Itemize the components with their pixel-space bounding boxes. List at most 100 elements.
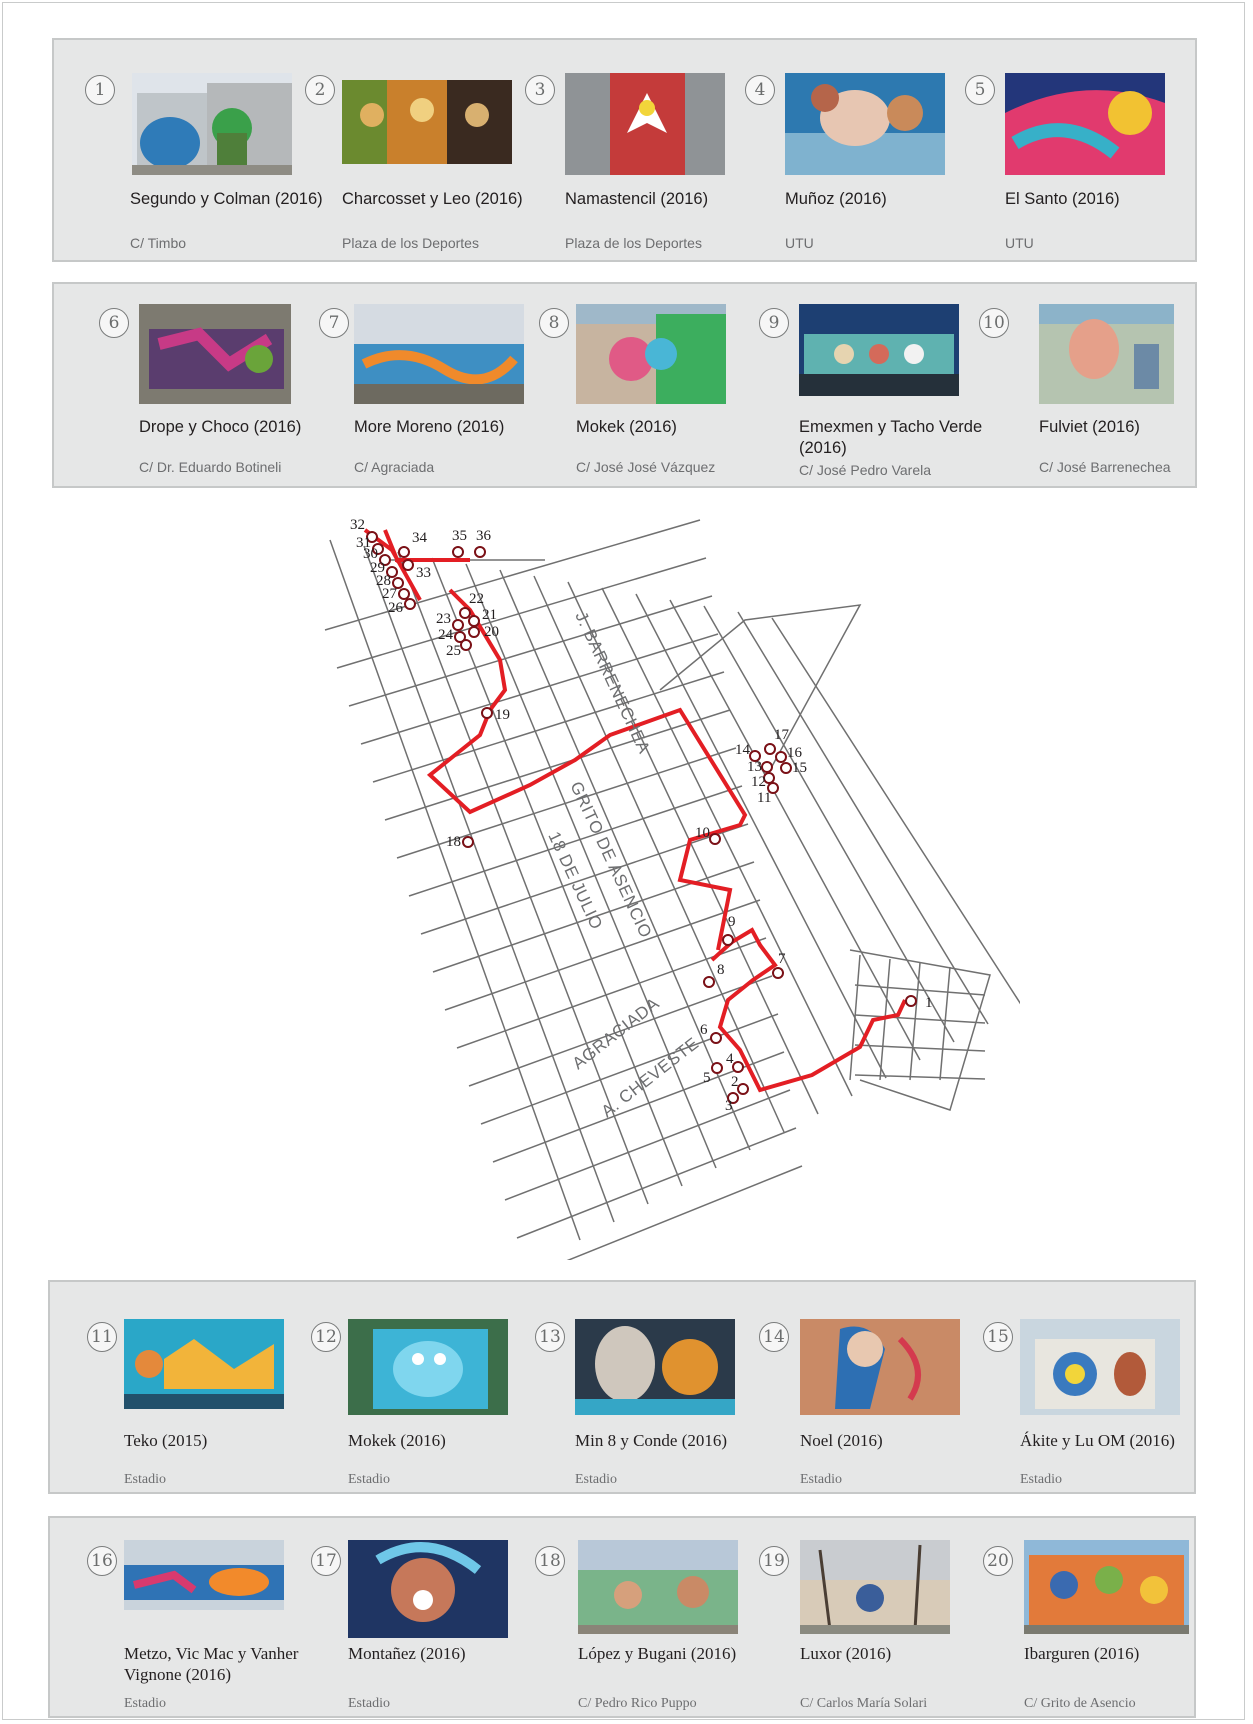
mural-card-11[interactable]: 11 Teko (2015) Estadio xyxy=(72,1282,297,1492)
mural-location: C/ Grito de Asencio xyxy=(1024,1696,1136,1711)
mural-marker-label: 35 xyxy=(452,528,467,544)
mural-marker-label: 20 xyxy=(484,624,499,640)
mural-card-13[interactable]: 13 Min 8 y Conde (2016) Estadio xyxy=(520,1282,745,1492)
mural-panel-2: 6 Drope y Choco (2016) C/ Dr. Eduardo Bo… xyxy=(52,282,1197,488)
street-line xyxy=(939,966,951,1081)
mural-card-4[interactable]: 4 Muñoz (2016) UTU xyxy=(730,40,955,260)
mural-marker-label: 4 xyxy=(726,1051,734,1067)
mural-photo xyxy=(576,304,726,404)
mural-marker[interactable] xyxy=(761,761,773,773)
mural-marker-label: 7 xyxy=(778,951,786,967)
mural-location: Estadio xyxy=(1020,1472,1062,1487)
mural-marker-label: 22 xyxy=(469,591,484,607)
mural-marker[interactable] xyxy=(452,546,464,558)
mural-title: Teko (2015) xyxy=(124,1431,208,1450)
mural-photo xyxy=(132,73,292,175)
street-line xyxy=(384,709,731,821)
mural-marker[interactable] xyxy=(398,588,410,600)
mural-marker-label: 29 xyxy=(370,560,385,576)
mural-photo xyxy=(348,1540,508,1638)
mural-marker[interactable] xyxy=(709,833,721,845)
route-map: J. BARRENECHEA GRITO DE ASENCIO 18 DE JU… xyxy=(300,500,1023,1277)
mural-marker-label: 33 xyxy=(416,565,431,581)
street-line xyxy=(771,617,1023,1007)
mural-marker[interactable] xyxy=(402,559,414,571)
street-line xyxy=(854,1044,986,1052)
street-line xyxy=(854,1074,986,1080)
mural-card-15[interactable]: 15 Ákite y Lu OM (2016) Estadio xyxy=(968,1282,1193,1492)
mural-card-5[interactable]: 5 El Santo (2016) UTU xyxy=(950,40,1175,260)
mural-photo xyxy=(348,1319,508,1415)
mural-marker-label: 16 xyxy=(787,745,803,761)
mural-card-10[interactable]: 10 Fulviet (2016) C/ José Barrenechea xyxy=(964,284,1189,486)
mural-marker[interactable] xyxy=(481,707,493,719)
mural-marker[interactable] xyxy=(737,1083,749,1095)
mural-photo xyxy=(139,304,291,404)
mural-marker-label: 36 xyxy=(476,528,492,544)
mural-location: C/ Agraciada xyxy=(354,459,435,475)
mural-marker[interactable] xyxy=(398,546,410,558)
mural-marker[interactable] xyxy=(764,743,776,755)
mural-photo xyxy=(1024,1540,1189,1634)
mural-location: Estadio xyxy=(800,1472,842,1487)
mural-card-16[interactable]: 16 Metzo, Vic Mac y Vanher Vignone (2016… xyxy=(72,1518,298,1716)
mural-marker[interactable] xyxy=(468,626,480,638)
mural-marker-label: 15 xyxy=(792,760,807,776)
mural-card-2[interactable]: 2 Charcosset y Leo (2016) Plaza de los D… xyxy=(290,40,523,260)
street-line xyxy=(372,671,725,783)
mural-photo xyxy=(800,1319,960,1415)
mural-marker[interactable] xyxy=(722,934,734,946)
mural-card-1[interactable]: 1 Segundo y Colman (2016) C/ Timbo xyxy=(70,40,323,260)
mural-card-18[interactable]: 18 López y Bugani (2016) C/ Pedro Rico P… xyxy=(520,1518,745,1716)
mural-number-badge: 16 xyxy=(87,1546,117,1576)
mural-marker[interactable] xyxy=(404,598,416,610)
mural-marker[interactable] xyxy=(775,751,787,763)
mural-photo xyxy=(354,304,524,404)
mural-marker[interactable] xyxy=(732,1061,744,1073)
mural-number-badge: 6 xyxy=(99,308,129,338)
mural-marker-label: 18 xyxy=(446,834,461,850)
mural-card-12[interactable]: 12 Mokek (2016) Estadio xyxy=(296,1282,521,1492)
mural-marker[interactable] xyxy=(711,1062,723,1074)
mural-marker[interactable] xyxy=(710,1032,722,1044)
mural-marker-label: 24 xyxy=(438,627,454,643)
mural-photo xyxy=(1005,73,1165,175)
mural-marker[interactable] xyxy=(905,995,917,1007)
mural-marker-label: 21 xyxy=(482,607,497,623)
mural-marker-label: 5 xyxy=(703,1070,711,1086)
mural-location: UTU xyxy=(1005,235,1034,251)
mural-marker-label: 34 xyxy=(412,530,428,546)
mural-card-19[interactable]: 19 Luxor (2016) C/ Carlos María Solari xyxy=(744,1518,969,1716)
mural-card-6[interactable]: 6 Drope y Choco (2016) C/ Dr. Eduardo Bo… xyxy=(84,284,309,486)
mural-number-badge: 2 xyxy=(305,75,335,105)
mural-card-20[interactable]: 20 Ibarguren (2016) C/ Grito de Asencio xyxy=(968,1518,1193,1716)
mural-marker-label: 9 xyxy=(728,914,736,930)
mural-title: Ibarguren (2016) xyxy=(1024,1644,1140,1663)
mural-marker[interactable] xyxy=(474,546,486,558)
mural-card-8[interactable]: 8 Mokek (2016) C/ José José Vázquez xyxy=(524,284,749,486)
mural-marker[interactable] xyxy=(703,976,715,988)
map-outline xyxy=(659,604,862,771)
mural-marker-label: 12 xyxy=(751,774,766,790)
mural-photo xyxy=(1020,1319,1180,1415)
mural-location: C/ Carlos María Solari xyxy=(800,1696,928,1711)
mural-card-3[interactable]: 3 Namastencil (2016) Plaza de los Deport… xyxy=(510,40,735,260)
mural-photo xyxy=(800,1540,950,1634)
mural-marker[interactable] xyxy=(780,762,792,774)
mural-marker[interactable] xyxy=(462,836,474,848)
mural-marker-label: 32 xyxy=(350,517,365,533)
mural-card-17[interactable]: 17 Montañez (2016) Estadio xyxy=(296,1518,521,1716)
mural-card-14[interactable]: 14 Noel (2016) Estadio xyxy=(744,1282,969,1492)
mural-number-badge: 10 xyxy=(979,308,1009,338)
mural-marker[interactable] xyxy=(460,639,472,651)
mural-card-7[interactable]: 7 More Moreno (2016) C/ Agraciada xyxy=(304,284,529,486)
mural-marker[interactable] xyxy=(772,967,784,979)
mural-card-9[interactable]: 9 Emexmen y Tacho Verde (2016) C/ José P… xyxy=(744,284,982,486)
mural-marker[interactable] xyxy=(459,607,471,619)
mural-marker[interactable] xyxy=(452,619,464,631)
mural-photo xyxy=(124,1319,284,1409)
mural-location: C/ Pedro Rico Puppo xyxy=(578,1696,697,1711)
mural-photo xyxy=(785,73,945,175)
mural-marker-label: 31 xyxy=(356,535,371,551)
mural-marker[interactable] xyxy=(468,615,480,627)
